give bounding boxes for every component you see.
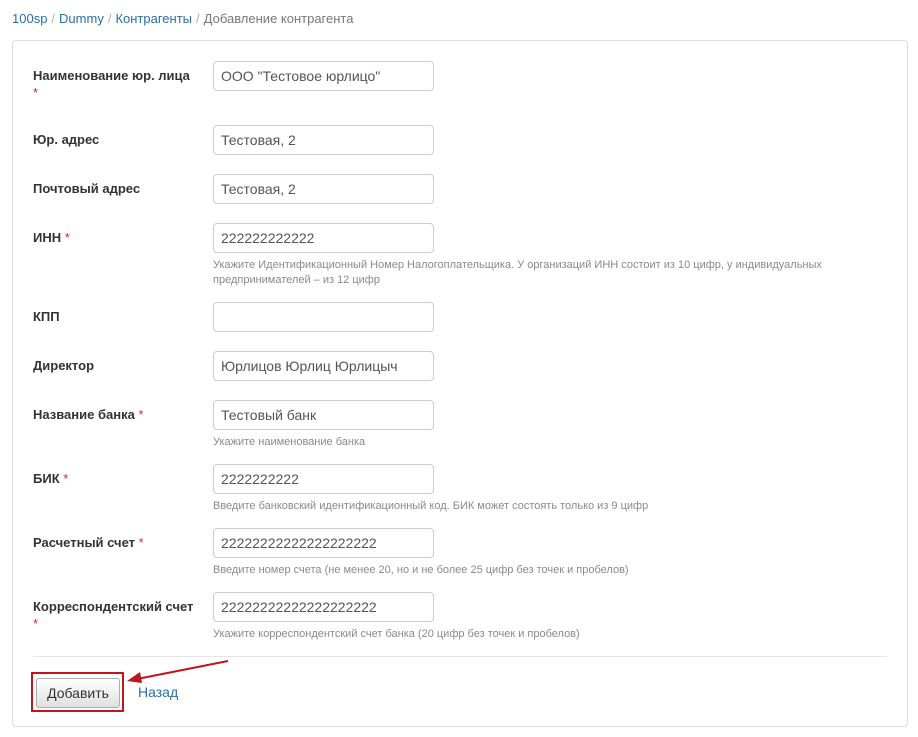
field-label: ИНН * (33, 230, 70, 245)
kpp-input[interactable] (213, 302, 434, 332)
field-label: Расчетный счет * (33, 535, 144, 550)
field-label: БИК * (33, 471, 69, 486)
annotation-arrow-icon (127, 660, 229, 683)
correspondent-account-help-text: Укажите корреспондентский счет банка (20… (213, 628, 580, 640)
breadcrumb-link-dummy[interactable]: Dummy (59, 11, 104, 26)
breadcrumb-separator: / (51, 11, 56, 26)
field-label: Корреспондентский счет * (33, 599, 194, 631)
required-mark: * (138, 407, 144, 422)
bik-input[interactable] (213, 464, 434, 494)
breadcrumb-separator: / (196, 11, 200, 26)
inn-input[interactable] (213, 223, 434, 253)
bank-name-input[interactable] (213, 400, 434, 430)
breadcrumb-separator: / (107, 11, 112, 26)
form-divider (33, 656, 887, 657)
settlement-account-help-text: Введите номер счета (не менее 20, но и н… (213, 564, 629, 576)
breadcrumb-link-100sp[interactable]: 100sp (12, 11, 47, 26)
field-label: Наименование юр. лица * (33, 68, 190, 100)
breadcrumb-current: Добавление контрагента (203, 11, 354, 26)
postal-address-input[interactable] (213, 174, 434, 204)
field-label: Название банка * (33, 407, 144, 422)
field-label: Почтовый адрес (33, 181, 141, 196)
breadcrumb: 100sp / Dummy / Контрагенты / Добавление контр… (12, 11, 353, 27)
bik-help-text: Введите банковский идентификационный код… (213, 500, 649, 512)
inn-help-text: Укажите Идентификационный Номер Налогопл… (213, 259, 822, 286)
breadcrumb-link-contractors[interactable]: Контрагенты (115, 11, 192, 26)
legal-name-input[interactable] (213, 61, 434, 91)
required-mark: * (33, 85, 39, 100)
legal-address-input[interactable] (213, 125, 434, 155)
correspondent-account-input[interactable] (213, 592, 434, 622)
required-mark: * (63, 471, 69, 486)
required-mark: * (64, 230, 70, 245)
required-mark: * (33, 616, 39, 631)
required-mark: * (138, 535, 144, 550)
settlement-account-input[interactable] (213, 528, 434, 558)
field-label: Директор (33, 358, 95, 373)
add-button[interactable]: Добавить (36, 678, 120, 708)
field-label: КПП (33, 309, 60, 324)
field-label: Юр. адрес (33, 132, 100, 147)
bank-name-help-text: Укажите наименование банка (213, 436, 366, 448)
contractor-form-panel: Наименование юр. лица * Юр. адрес Почтов… (12, 40, 908, 727)
director-input[interactable] (213, 351, 434, 381)
